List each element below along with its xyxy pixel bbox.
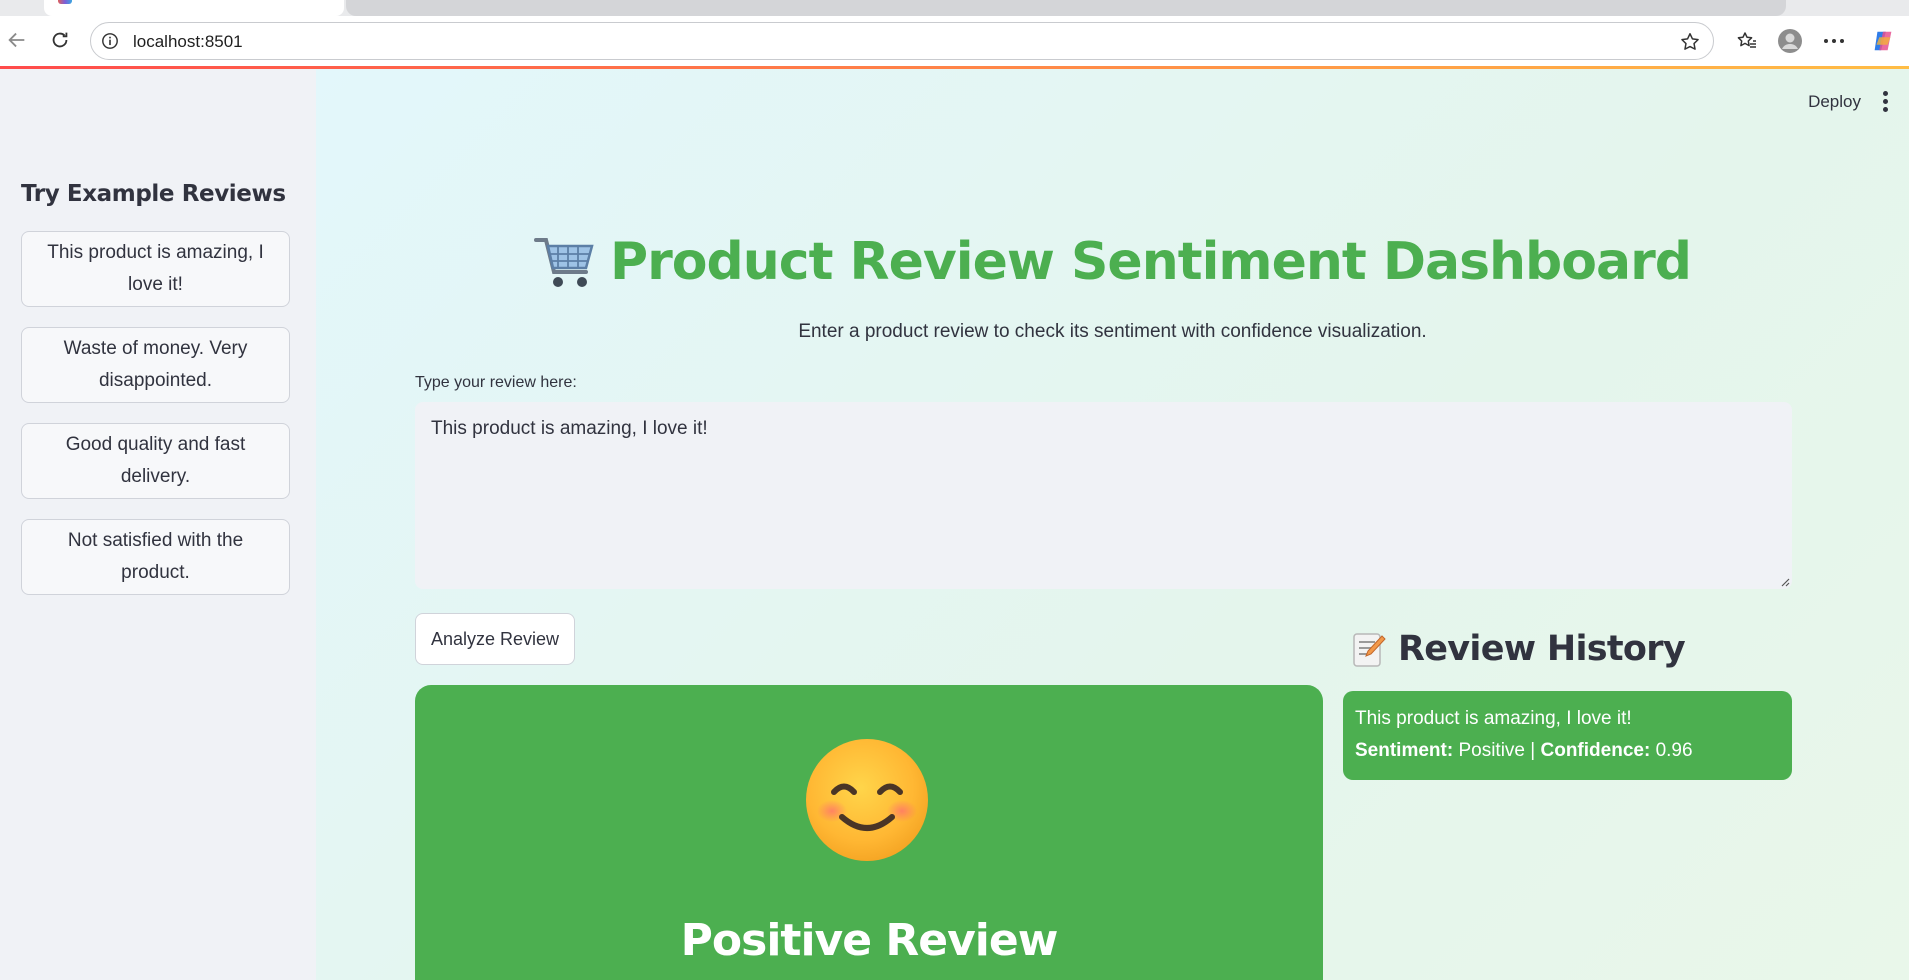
memo-icon	[1353, 633, 1386, 667]
tab-favicon-icon	[58, 0, 72, 4]
app-toolbar: Deploy	[1808, 91, 1889, 112]
page-title-row: Product Review Sentiment Dashboard	[316, 232, 1909, 295]
favorites-icon[interactable]	[1734, 28, 1760, 54]
page-title: Product Review Sentiment Dashboard	[534, 232, 1692, 292]
back-icon[interactable]	[2, 25, 32, 55]
example-review-button-3[interactable]: Good quality and fast delivery.	[21, 423, 290, 499]
analyze-review-button[interactable]: Analyze Review	[415, 613, 575, 665]
address-bar[interactable]: localhost:8501	[90, 22, 1714, 60]
example-review-button-2[interactable]: Waste of money. Very disappointed.	[21, 327, 290, 403]
favorite-star-icon[interactable]	[1679, 31, 1701, 53]
browser-tab-active[interactable]	[44, 0, 344, 16]
review-input-label: Type your review here:	[415, 374, 577, 391]
page-title-text: Product Review Sentiment Dashboard	[610, 232, 1692, 292]
browser-tab-strip	[0, 0, 1909, 16]
smiling-face-icon	[806, 739, 928, 861]
sidebar-title: Try Example Reviews	[21, 181, 286, 207]
site-info-icon[interactable]	[101, 32, 119, 50]
more-options-icon[interactable]	[1821, 28, 1847, 54]
history-sentiment-label: Sentiment:	[1355, 740, 1454, 761]
profile-avatar-icon[interactable]	[1777, 28, 1803, 54]
main-menu-icon[interactable]	[1883, 91, 1889, 112]
example-review-button-4[interactable]: Not satisfied with the product.	[21, 519, 290, 595]
history-item: This product is amazing, I love it! Sent…	[1343, 691, 1792, 780]
history-separator: |	[1530, 740, 1536, 761]
resize-handle-icon[interactable]	[1781, 578, 1790, 587]
browser-toolbar: localhost:8501	[0, 16, 1909, 66]
review-history-title-text: Review History	[1398, 629, 1686, 669]
shopping-cart-icon	[534, 238, 594, 287]
history-confidence-label: Confidence:	[1540, 740, 1651, 761]
reload-icon[interactable]	[45, 25, 75, 55]
history-review-text: This product is amazing, I love it!	[1355, 708, 1632, 729]
sentiment-result-card: Positive Review	[415, 685, 1323, 980]
review-history-title: Review History	[1352, 629, 1686, 669]
deploy-button[interactable]: Deploy	[1808, 92, 1861, 112]
main-content: Deploy Product Review Sentiment Dashboar…	[316, 69, 1909, 980]
review-textarea[interactable]: This product is amazing, I love it!	[415, 402, 1792, 589]
sidebar: Try Example Reviews This product is amaz…	[0, 69, 316, 980]
sentiment-result-label: Positive Review	[680, 915, 1059, 966]
history-sentiment-value: Positive	[1458, 740, 1525, 761]
history-meta: Sentiment: Positive | Confidence: 0.96	[1355, 735, 1780, 767]
copilot-icon[interactable]	[1870, 28, 1896, 54]
example-review-button-1[interactable]: This product is amazing, I love it!	[21, 231, 290, 307]
url-text[interactable]: localhost:8501	[133, 32, 243, 52]
history-confidence-value: 0.96	[1655, 740, 1693, 761]
browser-tab-inactive[interactable]	[346, 0, 1786, 16]
page-subtitle: Enter a product review to check its sent…	[798, 321, 1427, 342]
